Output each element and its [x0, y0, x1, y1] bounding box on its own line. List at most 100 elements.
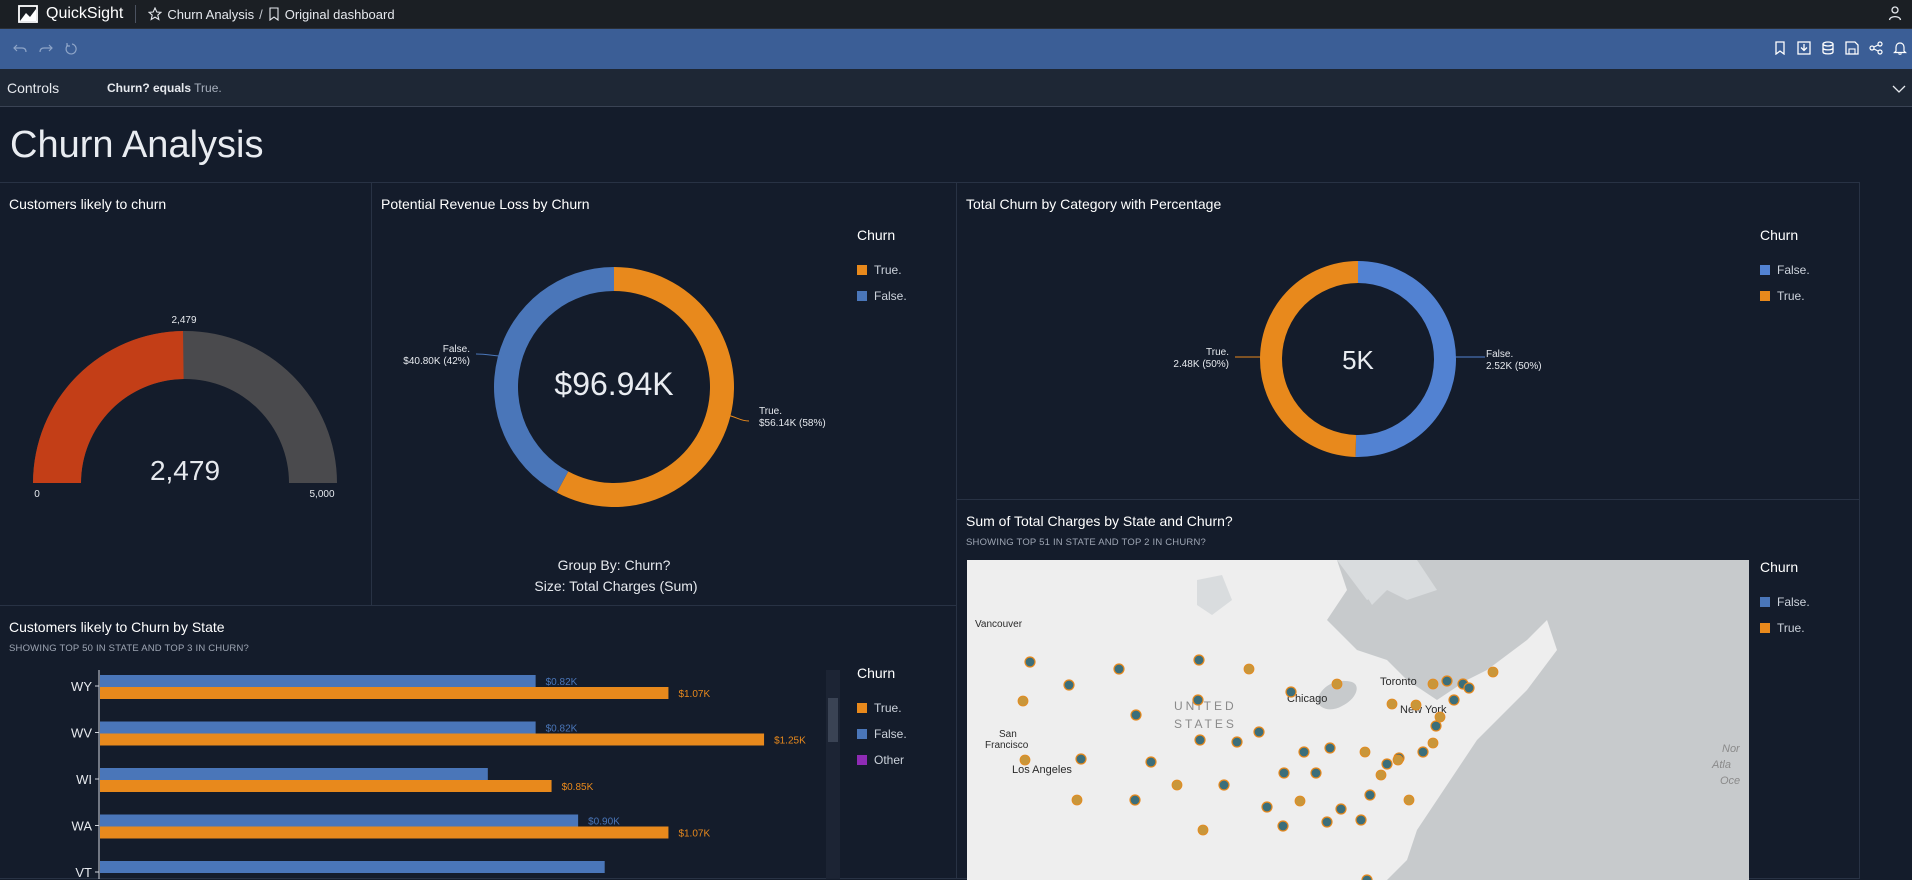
map-bubble[interactable]	[1331, 678, 1343, 690]
map-bubble[interactable]	[1285, 686, 1297, 698]
alert-icon[interactable]	[1892, 40, 1908, 56]
dataset-icon[interactable]	[1820, 40, 1836, 56]
bookmark-icon[interactable]	[1772, 40, 1788, 56]
map-bubble[interactable]	[1130, 709, 1142, 721]
map-bubble[interactable]	[1381, 758, 1393, 770]
legend-item-true[interactable]: True.	[857, 695, 907, 721]
filter-summary[interactable]: Churn? equals True.	[107, 81, 222, 95]
map-bubble[interactable]	[1192, 694, 1204, 706]
slice-label-false-value: $40.80K (42%)	[403, 356, 470, 367]
legend-item-other[interactable]: Other	[857, 747, 907, 773]
bar-wi-true[interactable]	[100, 780, 552, 792]
legend-item-false[interactable]: False.	[1760, 257, 1810, 283]
map-bubble[interactable]	[1253, 726, 1265, 738]
gauge-panel[interactable]: Customers likely to churn 2,479 2,479 0 …	[0, 182, 372, 606]
map-panel[interactable]: Sum of Total Charges by State and Churn?…	[957, 500, 1860, 880]
map-label-los-angeles: Los Angeles	[1012, 764, 1072, 776]
map-bubble[interactable]	[1024, 656, 1036, 668]
map-bubble[interactable]	[1294, 795, 1306, 807]
state-map[interactable]: Vancouver Toronto Chicago New York San F…	[967, 560, 1749, 880]
map-bubble[interactable]	[1361, 874, 1373, 880]
map-bubble[interactable]	[1277, 820, 1289, 832]
chevron-down-icon[interactable]	[1892, 81, 1906, 99]
map-bubble[interactable]	[1417, 746, 1429, 758]
map-bubble[interactable]	[1298, 746, 1310, 758]
map-label-san: San	[999, 729, 1017, 740]
legend-item-true[interactable]: True.	[1760, 283, 1810, 309]
breadcrumb-dashboard[interactable]: Original dashboard	[285, 7, 395, 22]
map-bubble[interactable]	[1278, 767, 1290, 779]
map-bubble[interactable]	[1375, 769, 1387, 781]
bar-wy-false[interactable]	[100, 675, 536, 687]
panel-subtitle: SHOWING TOP 51 IN STATE AND TOP 2 IN CHU…	[966, 537, 1207, 548]
category-panel[interactable]: Total Churn by Category with Percentage …	[957, 182, 1860, 500]
star-icon[interactable]	[148, 7, 163, 21]
map-bubble[interactable]	[1243, 663, 1255, 675]
controls-label[interactable]: Controls	[7, 80, 107, 96]
bar-wi-false[interactable]	[100, 768, 488, 780]
scrollbar-thumb[interactable]	[828, 698, 838, 742]
map-bubble[interactable]	[1019, 754, 1031, 766]
map-bubble[interactable]	[1427, 678, 1439, 690]
legend-item-true[interactable]: True.	[857, 257, 907, 283]
map-bubble[interactable]	[1410, 699, 1422, 711]
bar-wa-true[interactable]	[100, 826, 669, 839]
legend-item-true[interactable]: True.	[1760, 615, 1810, 641]
map-bubble[interactable]	[1063, 679, 1075, 691]
breadcrumb-analysis[interactable]: Churn Analysis	[167, 7, 254, 22]
map-bubble[interactable]	[1430, 720, 1442, 732]
map-bubble[interactable]	[1171, 779, 1183, 791]
map-bubble[interactable]	[1193, 654, 1205, 666]
chart-scrollbar[interactable]	[826, 670, 840, 879]
map-bubble[interactable]	[1218, 779, 1230, 791]
map-bubble[interactable]	[1321, 816, 1333, 828]
bar-wa-false[interactable]	[100, 814, 579, 827]
map-bubble[interactable]	[1359, 746, 1371, 758]
user-icon[interactable]	[1888, 5, 1902, 26]
map-bubble[interactable]	[1448, 694, 1460, 706]
bar-wv-true[interactable]	[100, 733, 765, 746]
map-bubble[interactable]	[1386, 698, 1398, 710]
map-bubble[interactable]	[1324, 742, 1336, 754]
map-bubble[interactable]	[1194, 734, 1206, 746]
quicksight-logo-icon[interactable]	[18, 5, 38, 23]
legend-item-false[interactable]: False.	[1760, 589, 1810, 615]
legend-item-false[interactable]: False.	[857, 283, 907, 309]
share-icon[interactable]	[1868, 40, 1884, 56]
map-bubble[interactable]	[1392, 754, 1404, 766]
map-bubble[interactable]	[1434, 711, 1446, 723]
map-bubble[interactable]	[1403, 794, 1415, 806]
map-bubble[interactable]	[1310, 767, 1322, 779]
map-bubble[interactable]	[1335, 803, 1347, 815]
map-bubble[interactable]	[1427, 737, 1439, 749]
revenue-panel[interactable]: Potential Revenue Loss by Churn $96.94K …	[372, 182, 957, 606]
map-bubble[interactable]	[1364, 789, 1376, 801]
reset-icon[interactable]	[64, 41, 80, 57]
map-bubble[interactable]	[1231, 736, 1243, 748]
map-bubble[interactable]	[1261, 801, 1273, 813]
map-bubble[interactable]	[1197, 824, 1209, 836]
download-icon[interactable]	[1796, 40, 1812, 56]
map-bubble[interactable]	[1075, 753, 1087, 765]
undo-icon[interactable]	[12, 41, 28, 57]
map-bubble[interactable]	[1145, 756, 1157, 768]
map-bubble[interactable]	[1355, 814, 1367, 826]
bar-vt-false[interactable]	[100, 861, 605, 873]
legend-item-false[interactable]: False.	[857, 721, 907, 747]
bar-wv-false[interactable]	[100, 721, 536, 734]
map-bubble[interactable]	[1441, 675, 1453, 687]
map-bubble[interactable]	[1487, 666, 1499, 678]
footer-group-by: Group By: Churn?	[558, 557, 671, 573]
map-bubble[interactable]	[1071, 794, 1083, 806]
state-bar-panel[interactable]: Customers likely to Churn by State SHOWI…	[0, 606, 957, 879]
bar-wy-true[interactable]	[100, 687, 669, 699]
slice-label-true-name: True.	[759, 406, 782, 417]
map-bubble[interactable]	[1017, 695, 1029, 707]
map-bubble[interactable]	[1113, 663, 1125, 675]
map-bubble[interactable]	[1463, 682, 1475, 694]
save-icon[interactable]	[1844, 40, 1860, 56]
slice-label-true-name: True.	[1206, 347, 1229, 358]
map-bubble[interactable]	[1129, 794, 1141, 806]
redo-icon[interactable]	[38, 41, 54, 57]
brand-name[interactable]: QuickSight	[46, 5, 123, 23]
